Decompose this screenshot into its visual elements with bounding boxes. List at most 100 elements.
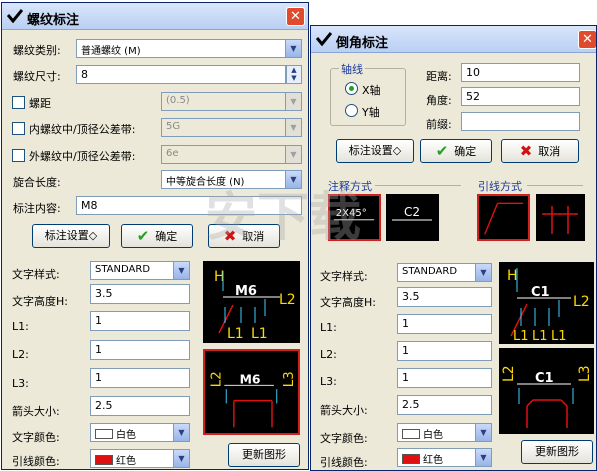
l2-field[interactable]: 1 (90, 340, 190, 360)
settings-button[interactable]: 标注设置◇ (32, 224, 110, 248)
text-color-select[interactable]: 白色 ▼ (90, 423, 190, 442)
close-icon[interactable]: ✕ (286, 7, 305, 26)
outer-tolerance-label: 外螺纹中/顶径公差带: (29, 150, 136, 163)
preview-l2-label: L2 (210, 371, 225, 387)
prefix-label: 前缀: (426, 118, 452, 131)
text-color-label: 文字颜色: (320, 432, 368, 445)
text-height-label: 文字高度H: (12, 295, 68, 308)
pitch-select[interactable]: (0.5) ▼ (161, 92, 302, 111)
white-swatch (95, 429, 113, 439)
text-style-label: 文字样式: (320, 270, 368, 283)
text-style-select[interactable]: STANDARD ▼ (90, 261, 190, 280)
preview-h-label: H (507, 268, 518, 284)
close-icon[interactable]: ✕ (578, 30, 596, 49)
text-style-select[interactable]: STANDARD ▼ (397, 263, 492, 282)
l1-label: L1: (12, 320, 29, 333)
refresh-preview-button[interactable]: 更新图形 (228, 443, 300, 467)
refresh-preview-button[interactable]: 更新图形 (521, 440, 593, 464)
leader-color-label: 引线颜色: (320, 456, 368, 469)
cross-icon: ✖ (519, 142, 533, 160)
preview-m-label: M6 (240, 371, 261, 386)
text-style-label: 文字样式: (12, 268, 60, 281)
thread-preview-outer[interactable]: H M6 L2 L1 L1 (203, 261, 300, 343)
thread-size-label: 螺纹尺寸: (13, 70, 61, 83)
outer-tolerance-select[interactable]: 6e ▼ (161, 145, 302, 164)
preview-l2-label: L2 (279, 292, 296, 308)
chevron-down-icon[interactable]: ▼ (173, 450, 189, 467)
text-height-field[interactable]: 3.5 (90, 284, 190, 304)
y-axis-label: Y轴 (362, 106, 380, 119)
text-height-field[interactable]: 3.5 (397, 287, 492, 307)
content-label: 标注内容: (13, 202, 61, 215)
annotation-mode-line (375, 185, 461, 186)
chamfer-preview-outer[interactable]: H C1 L2 L1 L1 L1 (499, 262, 594, 344)
preview-l2-label: L2 (501, 365, 517, 382)
leader-color-select[interactable]: 红色 ▼ (90, 449, 190, 468)
angle-field[interactable]: 52 (461, 87, 580, 106)
l1-field[interactable]: 1 (90, 311, 190, 331)
chevron-down-icon[interactable]: ▼ (285, 119, 301, 136)
spin-down-icon[interactable]: ▼ (287, 74, 301, 82)
inner-tolerance-label: 内螺纹中/顶径公差带: (29, 123, 136, 136)
annotation-style-c[interactable]: C2 (386, 194, 439, 241)
chevron-down-icon[interactable]: ▼ (173, 262, 189, 279)
arrow-size-field[interactable]: 2.5 (90, 396, 190, 416)
thread-preview-inner[interactable]: L2 M6 L3 (203, 349, 300, 435)
l3-field[interactable]: 1 (397, 368, 492, 388)
preview-l3-label: L3 (282, 371, 297, 387)
thread-size-field[interactable]: 8 (76, 65, 286, 84)
angle-label: 角度: (426, 94, 452, 107)
settings-button[interactable]: 标注设置◇ (336, 139, 414, 163)
l2-label: L2: (12, 348, 29, 361)
preview-l3-label: L3 (577, 365, 593, 382)
arrow-size-field[interactable]: 2.5 (397, 395, 492, 415)
leader-mode-line (527, 185, 583, 186)
l3-field[interactable]: 1 (90, 368, 190, 388)
leader-style-2[interactable] (536, 194, 585, 241)
chevron-down-icon[interactable]: ▼ (285, 146, 301, 163)
pitch-label: 螺距 (29, 97, 51, 110)
chamfer-preview-inner[interactable]: L2 C1 L3 (499, 348, 594, 434)
chevron-down-icon[interactable]: ▼ (475, 449, 491, 466)
spin-up-icon[interactable]: ▲ (287, 66, 301, 74)
y-axis-radio[interactable] (345, 104, 358, 117)
app-icon (316, 32, 332, 46)
preview-l1a-label: L1 (227, 326, 244, 342)
pitch-checkbox[interactable] (12, 96, 25, 109)
l2-field[interactable]: 1 (397, 341, 492, 361)
distance-field[interactable]: 10 (461, 63, 580, 82)
preview-l1a-label: L1 (513, 329, 529, 344)
annotation-c-text: C2 (404, 205, 420, 219)
red-swatch (95, 455, 113, 465)
chevron-down-icon[interactable]: ▼ (475, 264, 491, 281)
x-axis-radio[interactable] (345, 82, 358, 95)
title-bar[interactable]: 螺纹标注 ✕ (2, 3, 308, 30)
thread-type-select[interactable]: 普通螺纹 (M) ▼ (76, 39, 302, 58)
chevron-down-icon[interactable]: ▼ (285, 93, 301, 110)
chevron-down-icon[interactable]: ▼ (173, 424, 189, 441)
chevron-down-icon[interactable]: ▼ (285, 40, 301, 57)
inner-tolerance-checkbox[interactable] (12, 122, 25, 135)
red-swatch (402, 454, 420, 464)
outer-tolerance-checkbox[interactable] (12, 149, 25, 162)
size-spinner[interactable]: ▲ ▼ (286, 65, 302, 84)
check-icon: ✔ (136, 227, 150, 245)
ok-button[interactable]: ✔ 确定 (121, 224, 193, 248)
text-height-label: 文字高度H: (320, 296, 376, 309)
prefix-field[interactable] (461, 112, 580, 131)
preview-c-label: C1 (535, 371, 554, 386)
cancel-button[interactable]: ✖ 取消 (501, 139, 579, 163)
leader-color-label: 引线颜色: (12, 455, 60, 468)
window-title: 螺纹标注 (27, 13, 80, 28)
title-bar[interactable]: 倒角标注 ✕ (311, 26, 596, 53)
text-color-select[interactable]: 白色 ▼ (397, 423, 492, 442)
ok-button[interactable]: ✔ 确定 (420, 139, 492, 163)
leader-color-select[interactable]: 红色 ▼ (397, 448, 492, 467)
leader-style-1[interactable] (477, 194, 530, 241)
inner-tolerance-select[interactable]: 5G ▼ (161, 118, 302, 137)
arrow-size-label: 箭头大小: (12, 405, 60, 418)
preview-l1b-label: L1 (532, 329, 548, 344)
l1-field[interactable]: 1 (397, 314, 492, 334)
chevron-down-icon[interactable]: ▼ (475, 424, 491, 441)
leader-mode-label: 引线方式 (478, 180, 522, 193)
